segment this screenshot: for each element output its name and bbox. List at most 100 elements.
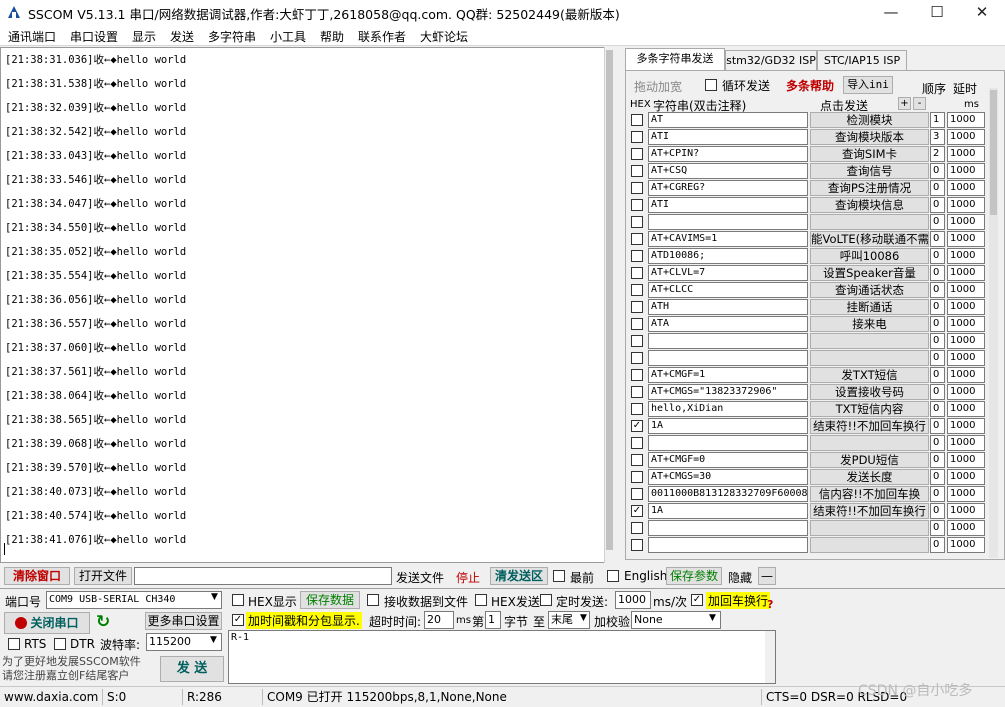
row-send-button[interactable]: TXT短信内容: [810, 401, 929, 417]
row-command-input[interactable]: AT+CMGS=30: [648, 469, 808, 485]
send-button[interactable]: 发 送: [160, 656, 224, 682]
row-order-input[interactable]: 0: [930, 350, 945, 366]
row-hex-checkbox[interactable]: [631, 131, 643, 143]
row-order-input[interactable]: 0: [930, 333, 945, 349]
row-send-button[interactable]: 接来电: [810, 316, 929, 332]
open-file-button[interactable]: 打开文件: [74, 567, 132, 585]
receive-scroll-thumb[interactable]: [606, 50, 613, 550]
tab-stc-isp[interactable]: STC/IAP15 ISP: [817, 50, 907, 70]
row-hex-checkbox[interactable]: [631, 471, 643, 483]
row-order-input[interactable]: 0: [930, 503, 945, 519]
port-select[interactable]: COM9 USB-SERIAL CH340: [46, 591, 222, 609]
row-delay-input[interactable]: 1000: [947, 146, 985, 162]
row-hex-checkbox[interactable]: [631, 216, 643, 228]
byte-start-input[interactable]: 1: [485, 611, 501, 629]
row-delay-input[interactable]: 1000: [947, 418, 985, 434]
row-command-input[interactable]: ATI: [648, 197, 808, 213]
hex-display-checkbox[interactable]: [232, 594, 244, 606]
row-delay-input[interactable]: 1000: [947, 367, 985, 383]
save-data-button[interactable]: 保存数据: [300, 591, 360, 609]
row-order-input[interactable]: 0: [930, 180, 945, 196]
row-hex-checkbox[interactable]: [631, 369, 643, 381]
panel-scroll-thumb[interactable]: [990, 90, 997, 215]
row-delay-input[interactable]: 1000: [947, 163, 985, 179]
menu-multi-string[interactable]: 多字符串: [208, 28, 256, 45]
row-command-input[interactable]: AT+CAVIMS=1: [648, 231, 808, 247]
help-question-icon[interactable]: ?: [767, 598, 773, 611]
row-hex-checkbox[interactable]: [631, 148, 643, 160]
row-order-input[interactable]: 0: [930, 418, 945, 434]
row-hex-checkbox[interactable]: ✓: [631, 505, 643, 517]
row-command-input[interactable]: AT+CSQ: [648, 163, 808, 179]
row-order-input[interactable]: 0: [930, 469, 945, 485]
row-command-input[interactable]: AT+CMGF=0: [648, 452, 808, 468]
row-order-input[interactable]: 0: [930, 265, 945, 281]
menu-send[interactable]: 发送: [170, 28, 194, 45]
multi-help-link[interactable]: 多条帮助: [786, 77, 834, 94]
row-hex-checkbox[interactable]: [631, 284, 643, 296]
more-serial-settings-button[interactable]: 更多串口设置: [145, 612, 222, 630]
row-send-button[interactable]: 设置接收号码: [810, 384, 929, 400]
minimize-button[interactable]: —: [868, 0, 914, 24]
refresh-icon[interactable]: ↻: [96, 612, 110, 632]
row-delay-input[interactable]: 1000: [947, 333, 985, 349]
row-command-input[interactable]: [648, 537, 808, 553]
row-send-button[interactable]: 结束符!!不加回车换行: [810, 503, 929, 519]
row-delay-input[interactable]: 1000: [947, 231, 985, 247]
row-send-button[interactable]: [810, 214, 929, 230]
row-send-button[interactable]: 查询SIM卡: [810, 146, 929, 162]
row-order-input[interactable]: 0: [930, 367, 945, 383]
row-delay-input[interactable]: 1000: [947, 248, 985, 264]
row-send-button[interactable]: 呼叫10086: [810, 248, 929, 264]
checksum-dropdown-icon[interactable]: ▼: [709, 613, 716, 623]
row-order-input[interactable]: 1: [930, 112, 945, 128]
row-delay-input[interactable]: 1000: [947, 537, 985, 553]
row-delay-input[interactable]: 1000: [947, 299, 985, 315]
row-hex-checkbox[interactable]: [631, 403, 643, 415]
stop-button[interactable]: 停止: [456, 569, 480, 586]
row-delay-input[interactable]: 1000: [947, 350, 985, 366]
row-delay-input[interactable]: 1000: [947, 197, 985, 213]
row-send-button[interactable]: 查询信号: [810, 163, 929, 179]
checksum-select[interactable]: None: [631, 611, 721, 629]
row-hex-checkbox[interactable]: [631, 335, 643, 347]
row-order-input[interactable]: 3: [930, 129, 945, 145]
row-delay-input[interactable]: 1000: [947, 214, 985, 230]
row-hex-checkbox[interactable]: [631, 182, 643, 194]
row-command-input[interactable]: AT: [648, 112, 808, 128]
row-order-input[interactable]: 0: [930, 299, 945, 315]
row-send-button[interactable]: 信内容!!不加回车换: [810, 486, 929, 502]
hex-send-checkbox[interactable]: [475, 594, 487, 606]
row-send-button[interactable]: [810, 333, 929, 349]
save-params-button[interactable]: 保存参数: [666, 567, 722, 585]
recv-to-file-checkbox[interactable]: [367, 594, 379, 606]
clear-window-button[interactable]: 清除窗口: [4, 567, 70, 585]
row-command-input[interactable]: ATI: [648, 129, 808, 145]
row-order-input[interactable]: 0: [930, 316, 945, 332]
row-send-button[interactable]: 挂断通话: [810, 299, 929, 315]
row-delay-input[interactable]: 1000: [947, 282, 985, 298]
loop-send-checkbox[interactable]: [705, 79, 717, 91]
row-order-input[interactable]: 0: [930, 452, 945, 468]
row-delay-input[interactable]: 1000: [947, 316, 985, 332]
row-order-input[interactable]: 0: [930, 231, 945, 247]
maximize-button[interactable]: ☐: [914, 0, 960, 24]
row-command-input[interactable]: hello,XiDian: [648, 401, 808, 417]
menu-display[interactable]: 显示: [132, 28, 156, 45]
row-hex-checkbox[interactable]: [631, 454, 643, 466]
row-send-button[interactable]: [810, 537, 929, 553]
row-send-button[interactable]: 发TXT短信: [810, 367, 929, 383]
row-command-input[interactable]: 1A: [648, 418, 808, 434]
port-dropdown-icon[interactable]: ▼: [211, 592, 218, 602]
row-hex-checkbox[interactable]: [631, 250, 643, 262]
baud-dropdown-icon[interactable]: ▼: [210, 635, 217, 645]
menu-tools[interactable]: 小工具: [270, 28, 306, 45]
row-hex-checkbox[interactable]: [631, 522, 643, 534]
row-delay-input[interactable]: 1000: [947, 520, 985, 536]
end-dropdown-icon[interactable]: ▼: [580, 613, 587, 623]
dtr-checkbox[interactable]: [54, 638, 66, 650]
row-hex-checkbox[interactable]: [631, 437, 643, 449]
row-delay-input[interactable]: 1000: [947, 112, 985, 128]
row-hex-checkbox[interactable]: ✓: [631, 420, 643, 432]
row-order-input[interactable]: 0: [930, 384, 945, 400]
